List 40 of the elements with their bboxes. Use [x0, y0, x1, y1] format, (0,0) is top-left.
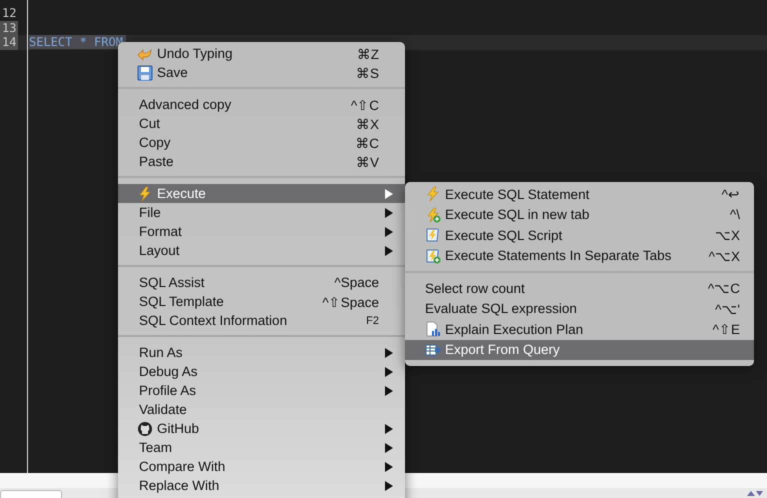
menu-item[interactable]: Select row count ^⌥C: [405, 278, 754, 298]
line-number: 14: [0, 35, 18, 50]
document-chart-icon: [425, 321, 441, 338]
menu-item[interactable]: SQL Template ^⇧Space: [118, 292, 405, 311]
script-page-icon: [425, 227, 441, 244]
menu-item[interactable]: Execute SQL Script ⌥X: [405, 225, 754, 246]
menu-item[interactable]: Format: [118, 222, 405, 241]
menu-item[interactable]: GitHub: [118, 419, 405, 438]
menu-item[interactable]: Debug As: [118, 362, 405, 381]
menu-item[interactable]: SQL Assist ^Space: [118, 273, 405, 292]
menu-item[interactable]: Execute Statements In Separate Tabs ^⌥X: [405, 246, 754, 266]
line-number: 13: [0, 20, 18, 35]
menu-item[interactable]: Execute: [118, 184, 405, 203]
menu-item[interactable]: Copy ⌘C: [118, 133, 405, 152]
lightning-icon: [137, 186, 153, 202]
menu-item[interactable]: Execute SQL Statement ^↩: [405, 184, 754, 204]
menu-item[interactable]: Advanced copy ^⇧C: [118, 95, 405, 114]
github-octocat-icon: [137, 420, 153, 436]
scroll-arrows-icon[interactable]: [747, 489, 763, 497]
lightning-plus-icon: [425, 206, 441, 223]
code-text: SELECT * FROM: [29, 35, 126, 49]
menu-item[interactable]: File: [118, 203, 405, 222]
menu-item[interactable]: Evaluate SQL expression ^⌥': [405, 298, 754, 319]
menu-item[interactable]: Execute SQL in new tab ^\: [405, 204, 754, 225]
menu-item[interactable]: Explain Execution Plan ^⇧E: [405, 319, 754, 340]
script-page-plus-icon: [425, 248, 441, 264]
lightning-icon: [425, 186, 441, 202]
menu-item[interactable]: Layout: [118, 241, 405, 260]
menu-item[interactable]: Profile As: [118, 381, 405, 400]
menu-item[interactable]: Cut ⌘X: [118, 114, 405, 133]
menu-item[interactable]: Compare With: [118, 457, 405, 476]
menu-item[interactable]: Run As: [118, 343, 405, 362]
menu-item[interactable]: Replace With: [118, 476, 405, 495]
table-export-icon: [425, 342, 441, 358]
menu-item[interactable]: Team: [118, 438, 405, 457]
menu-item[interactable]: SQL Context Information F2: [118, 311, 405, 330]
menu-item[interactable]: Export From Query: [405, 340, 754, 360]
menu-item[interactable]: Paste ⌘V: [118, 152, 405, 171]
menu-item[interactable]: Save ⌘S: [118, 63, 405, 82]
menu-item[interactable]: Validate: [118, 400, 405, 419]
